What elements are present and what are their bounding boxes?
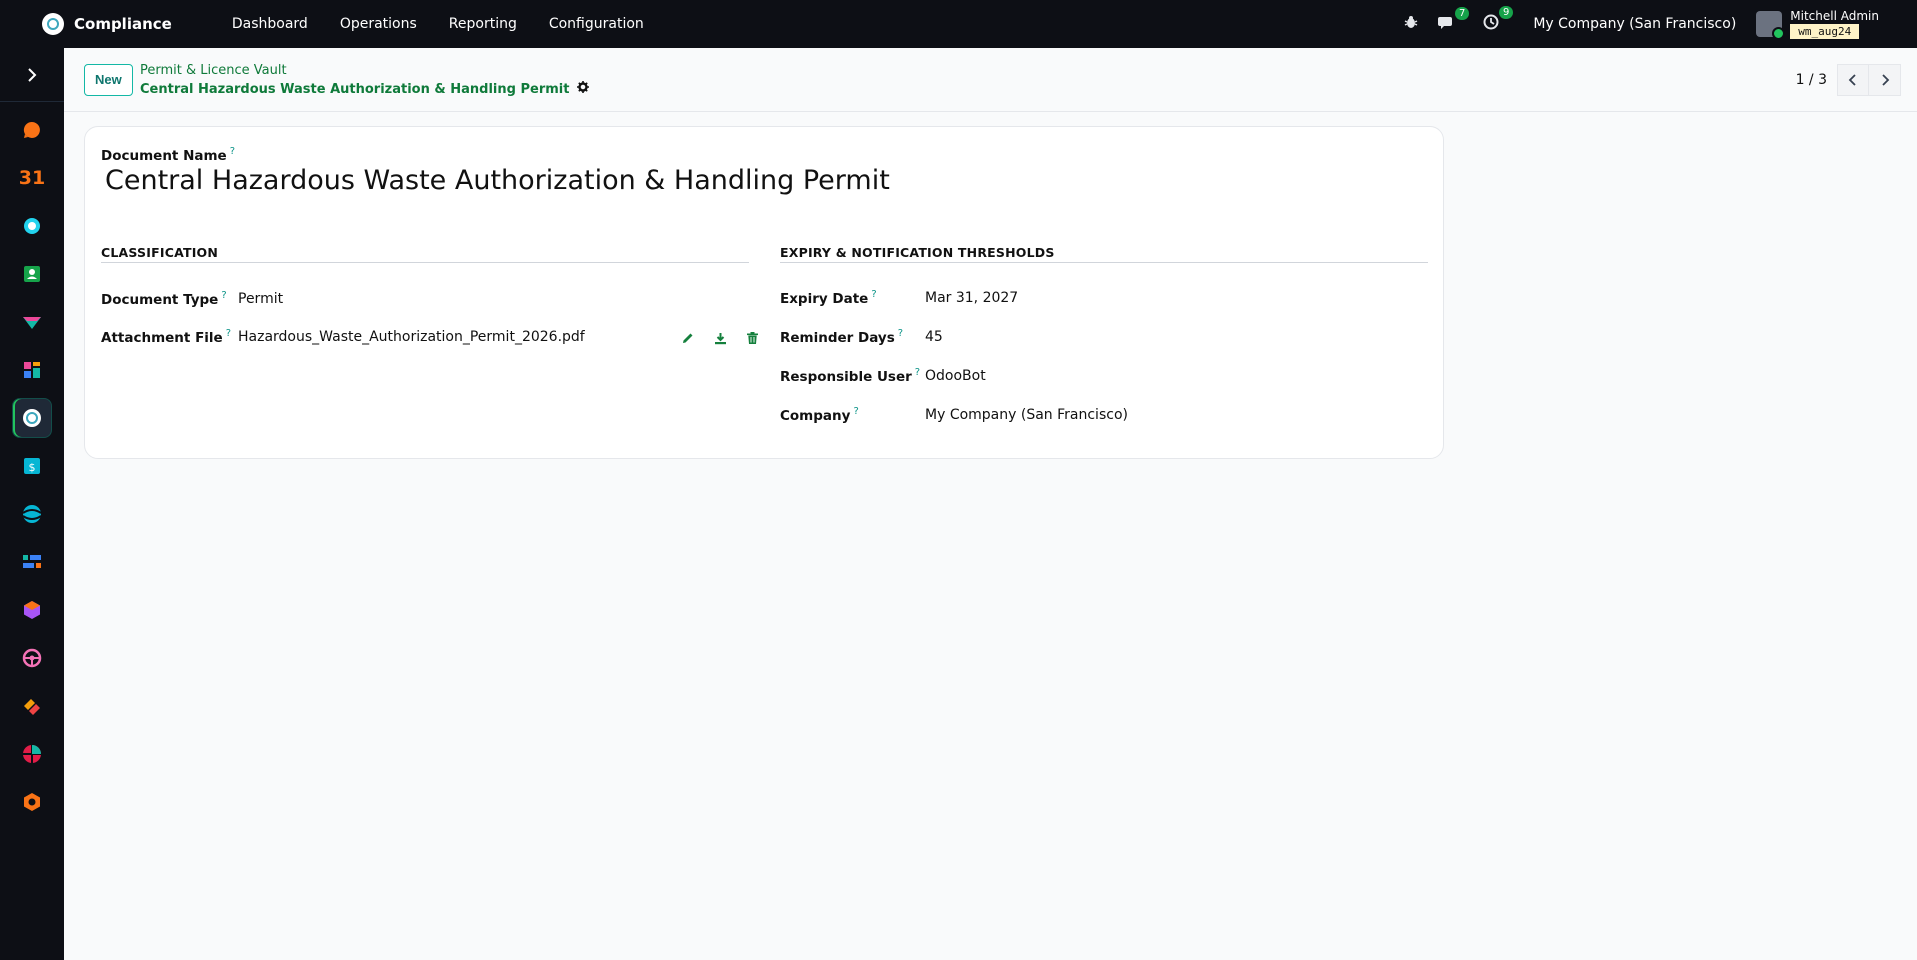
fleet-icon[interactable]	[12, 638, 52, 678]
chevron-left-icon[interactable]	[1837, 64, 1869, 96]
attachment-file-name[interactable]: Hazardous_Waste_Authorization_Permit_202…	[238, 329, 585, 345]
chevron-right-icon[interactable]	[1869, 64, 1901, 96]
help-tooltip-icon[interactable]: ?	[915, 367, 920, 378]
surveys-icon[interactable]	[12, 734, 52, 774]
help-tooltip-icon[interactable]: ?	[230, 146, 235, 157]
document-name-label: Document Name?	[101, 145, 236, 164]
reminder-days-label: Reminder Days?	[780, 327, 904, 346]
company-field[interactable]: My Company (San Francisco)	[925, 407, 1128, 423]
menu-operations[interactable]: Operations	[340, 16, 417, 32]
apps-sidebar: 31 $	[0, 48, 64, 960]
divider	[780, 262, 1428, 263]
help-tooltip-icon[interactable]: ?	[871, 289, 876, 300]
breadcrumb-current: Central Hazardous Waste Authorization & …	[140, 81, 590, 97]
responsible-user-field[interactable]: OdooBot	[925, 368, 986, 384]
discuss-icon[interactable]	[12, 110, 52, 150]
company-label: Company?	[780, 405, 859, 424]
form-sheet: Document Name? Central Hazardous Waste A…	[84, 126, 1444, 459]
svg-text:$: $	[29, 461, 36, 474]
compliance-logo-icon	[42, 13, 64, 35]
document-name-field[interactable]: Central Hazardous Waste Authorization & …	[105, 165, 890, 196]
help-tooltip-icon[interactable]: ?	[898, 328, 903, 339]
gear-icon[interactable]	[577, 81, 590, 97]
menu-reporting[interactable]: Reporting	[449, 16, 517, 32]
app-name: Compliance	[74, 15, 172, 33]
inventory-icon[interactable]	[12, 590, 52, 630]
menu-dashboard[interactable]: Dashboard	[232, 16, 308, 32]
divider	[101, 262, 749, 263]
pager: 1 / 3	[1796, 64, 1901, 96]
help-tooltip-icon[interactable]: ?	[853, 406, 858, 417]
reminder-days-field[interactable]: 45	[925, 329, 943, 345]
apps-icon[interactable]	[12, 782, 52, 822]
user-name: Mitchell Admin	[1790, 8, 1879, 23]
attachment-file-label: Attachment File?	[101, 327, 232, 346]
website-icon[interactable]	[12, 494, 52, 534]
expenses-icon[interactable]: $	[12, 446, 52, 486]
messages-icon[interactable]: 7	[1438, 6, 1470, 34]
main-menu: Dashboard Operations Reporting Configura…	[232, 16, 676, 32]
avatar	[1756, 11, 1786, 40]
app-list: 31 $	[0, 110, 64, 822]
compliance-icon[interactable]	[12, 398, 52, 438]
help-tooltip-icon[interactable]: ?	[226, 328, 231, 339]
messages-badge: 7	[1454, 6, 1470, 20]
calendar-icon[interactable]: 31	[12, 158, 52, 198]
expiry-date-field[interactable]: Mar 31, 2027	[925, 290, 1018, 306]
user-menu[interactable]: Mitchell Admin wm_aug24	[1756, 8, 1879, 40]
pencil-icon[interactable]	[679, 329, 697, 347]
help-tooltip-icon[interactable]: ?	[221, 290, 226, 301]
crm-icon[interactable]	[12, 302, 52, 342]
systray: 7 9 My Company (San Francisco) Mitchell …	[1404, 0, 1917, 48]
document-type-label: Document Type?	[101, 289, 227, 308]
activities-badge: 9	[1498, 6, 1514, 19]
document-type-field[interactable]: Permit	[238, 291, 283, 307]
expiry-group-title: EXPIRY & NOTIFICATION THRESHOLDS	[780, 245, 1055, 260]
database-name: wm_aug24	[1790, 23, 1860, 39]
expiry-date-label: Expiry Date?	[780, 288, 877, 307]
chevron-right-icon[interactable]	[0, 48, 64, 102]
breadcrumb-parent-link[interactable]: Permit & Licence Vault	[140, 63, 589, 78]
download-icon[interactable]	[711, 329, 729, 347]
menu-configuration[interactable]: Configuration	[549, 16, 644, 32]
contacts-icon[interactable]	[12, 254, 52, 294]
dashboards-icon[interactable]	[12, 350, 52, 390]
responsible-user-label: Responsible User?	[780, 366, 921, 385]
pager-value[interactable]: 1 / 3	[1796, 72, 1827, 88]
app-brand[interactable]: Compliance	[42, 13, 172, 35]
calendar-day-number: 31	[18, 167, 46, 189]
project-icon[interactable]	[12, 542, 52, 582]
bug-icon[interactable]	[1404, 15, 1418, 33]
helpdesk-icon[interactable]	[12, 206, 52, 246]
company-switcher[interactable]: My Company (San Francisco)	[1533, 16, 1736, 32]
breadcrumb: Permit & Licence Vault Central Hazardous…	[140, 63, 590, 97]
top-navbar: Compliance Dashboard Operations Reportin…	[0, 0, 1917, 48]
classification-group-title: CLASSIFICATION	[101, 245, 219, 260]
new-button[interactable]: New	[84, 64, 133, 96]
attachment-actions	[665, 329, 761, 347]
activities-clock-icon[interactable]: 9	[1483, 6, 1514, 34]
control-panel: New Permit & Licence Vault Central Hazar…	[64, 48, 1917, 112]
trash-icon[interactable]	[743, 329, 761, 347]
tags-icon[interactable]	[12, 686, 52, 726]
breadcrumb-current-label: Central Hazardous Waste Authorization & …	[140, 81, 570, 97]
